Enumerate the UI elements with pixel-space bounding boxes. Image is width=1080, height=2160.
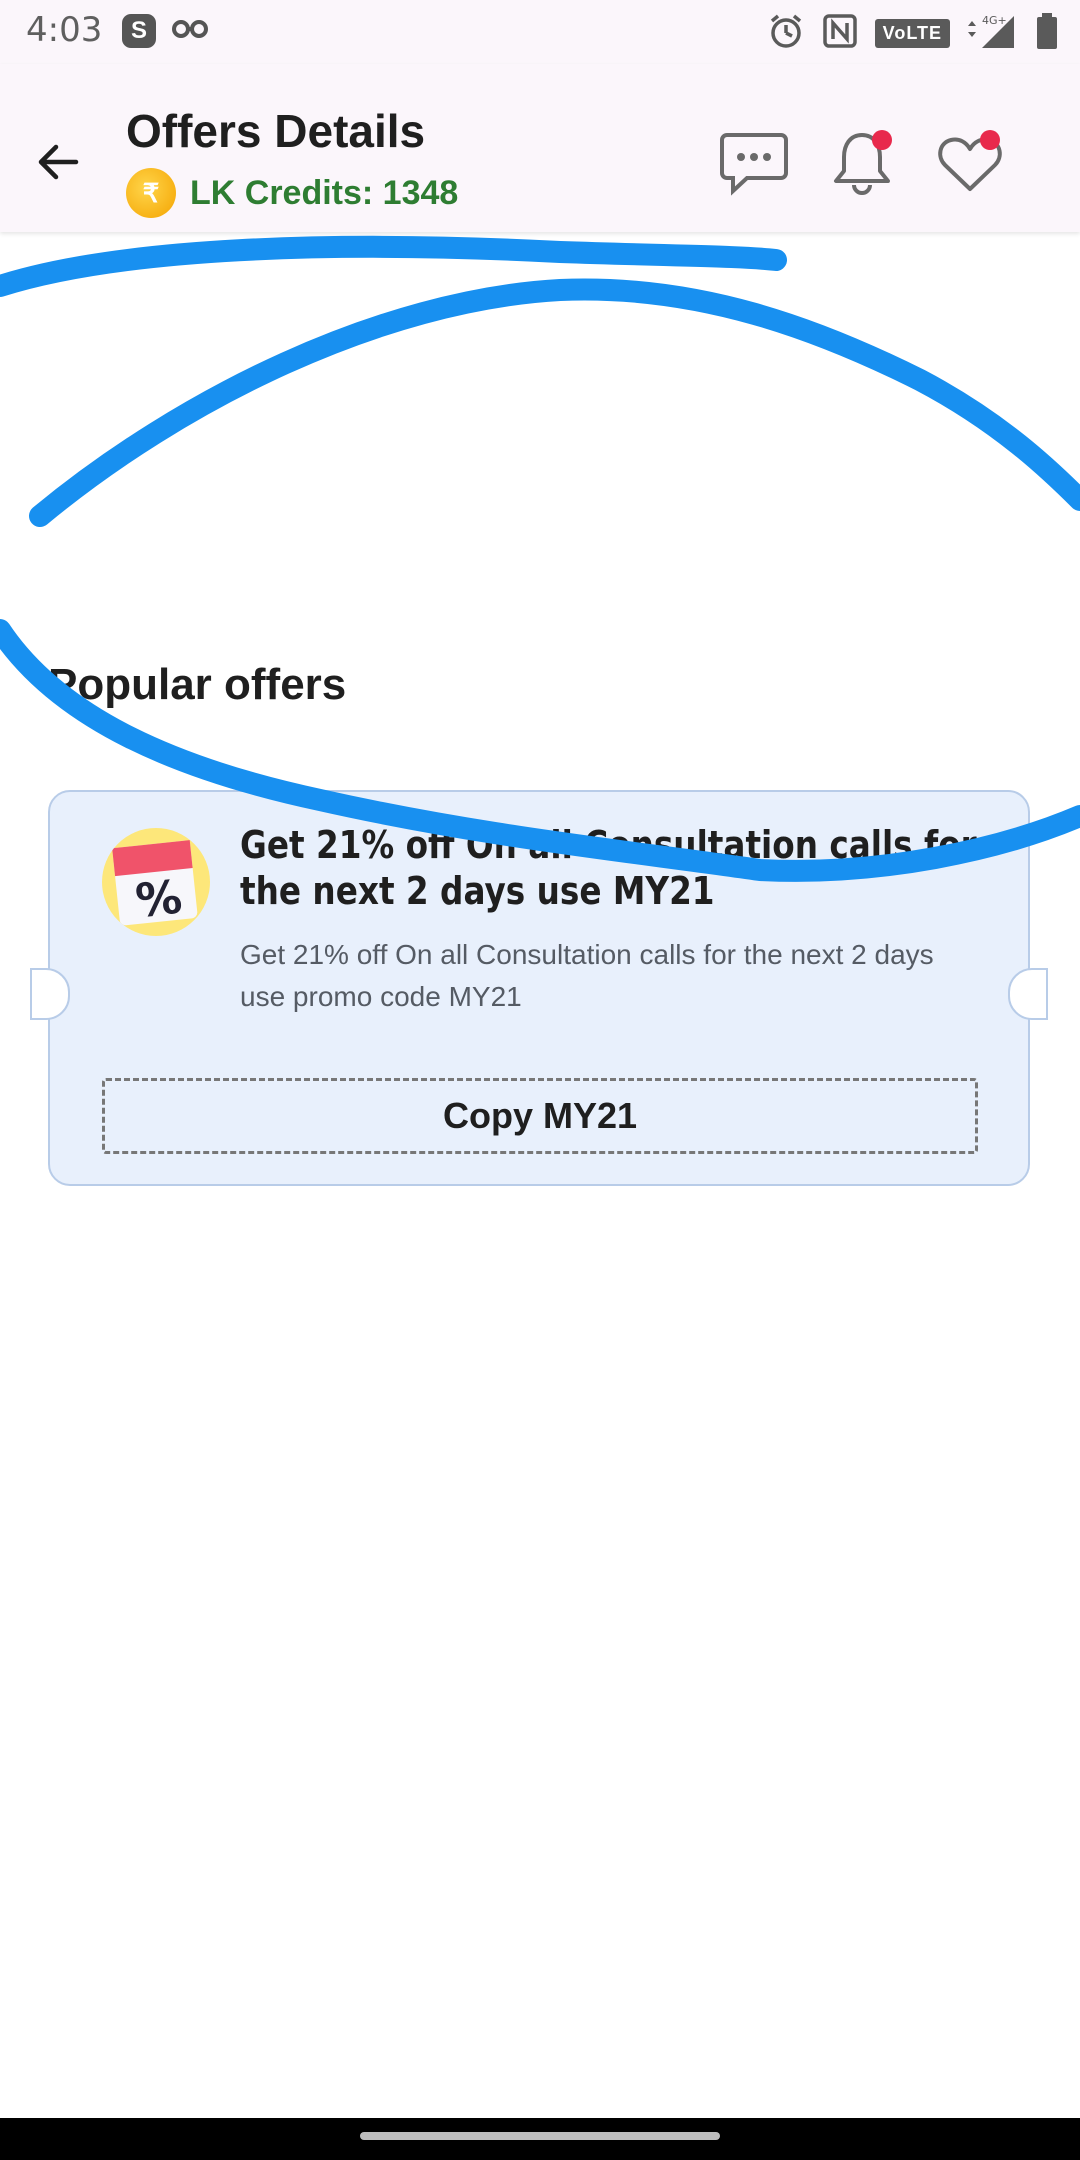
credits-label: LK Credits: 1348 [190, 173, 459, 212]
offer-description: Get 21% off On all Consultation calls fo… [240, 939, 934, 1012]
discount-tag-icon: % [102, 828, 210, 936]
wishlist-button[interactable] [934, 128, 1006, 200]
chat-button[interactable] [718, 128, 790, 200]
chat-icon [720, 133, 788, 196]
navigation-bar [0, 2118, 1080, 2160]
notification-dot [872, 130, 892, 150]
ticket-notch-right [1008, 968, 1048, 1020]
glasses-icon [172, 18, 208, 45]
offer-title: Get 21% off On all Consultation calls fo… [240, 823, 977, 913]
page-title: Offers Details [126, 105, 426, 157]
copy-code-button[interactable]: Copy MY21 [102, 1078, 978, 1154]
signal-icon: 4G+ [968, 12, 1018, 55]
home-gesture-handle[interactable] [360, 2132, 720, 2140]
app-bar: Offers Details ₹ LK Credits: 1348 [0, 64, 1080, 232]
percent-symbol: % [132, 869, 185, 928]
wishlist-dot [980, 130, 1000, 150]
app-badge-icon: S [122, 14, 156, 48]
section-title: Popular offers [48, 660, 347, 709]
network-type-label: 4G+ [982, 14, 1007, 27]
notifications-button[interactable] [826, 128, 898, 200]
coin-icon: ₹ [126, 168, 176, 218]
arrow-left-icon [38, 144, 79, 180]
volte-badge: VoLTE [874, 19, 950, 48]
status-icons: VoLTE 4G+ [767, 12, 1058, 55]
nfc-icon [822, 14, 857, 53]
battery-icon [1036, 12, 1058, 55]
offer-card: % Get 21% off On all Consultation calls … [30, 790, 1048, 1186]
credits-info: ₹ LK Credits: 1348 [126, 168, 458, 218]
alarm-icon [767, 12, 805, 55]
status-time: 4:03 [26, 10, 103, 50]
ticket-notch-left [30, 968, 70, 1020]
status-bar: 4:03 S VoLTE 4G+ [0, 0, 1080, 64]
back-button[interactable] [30, 134, 86, 190]
